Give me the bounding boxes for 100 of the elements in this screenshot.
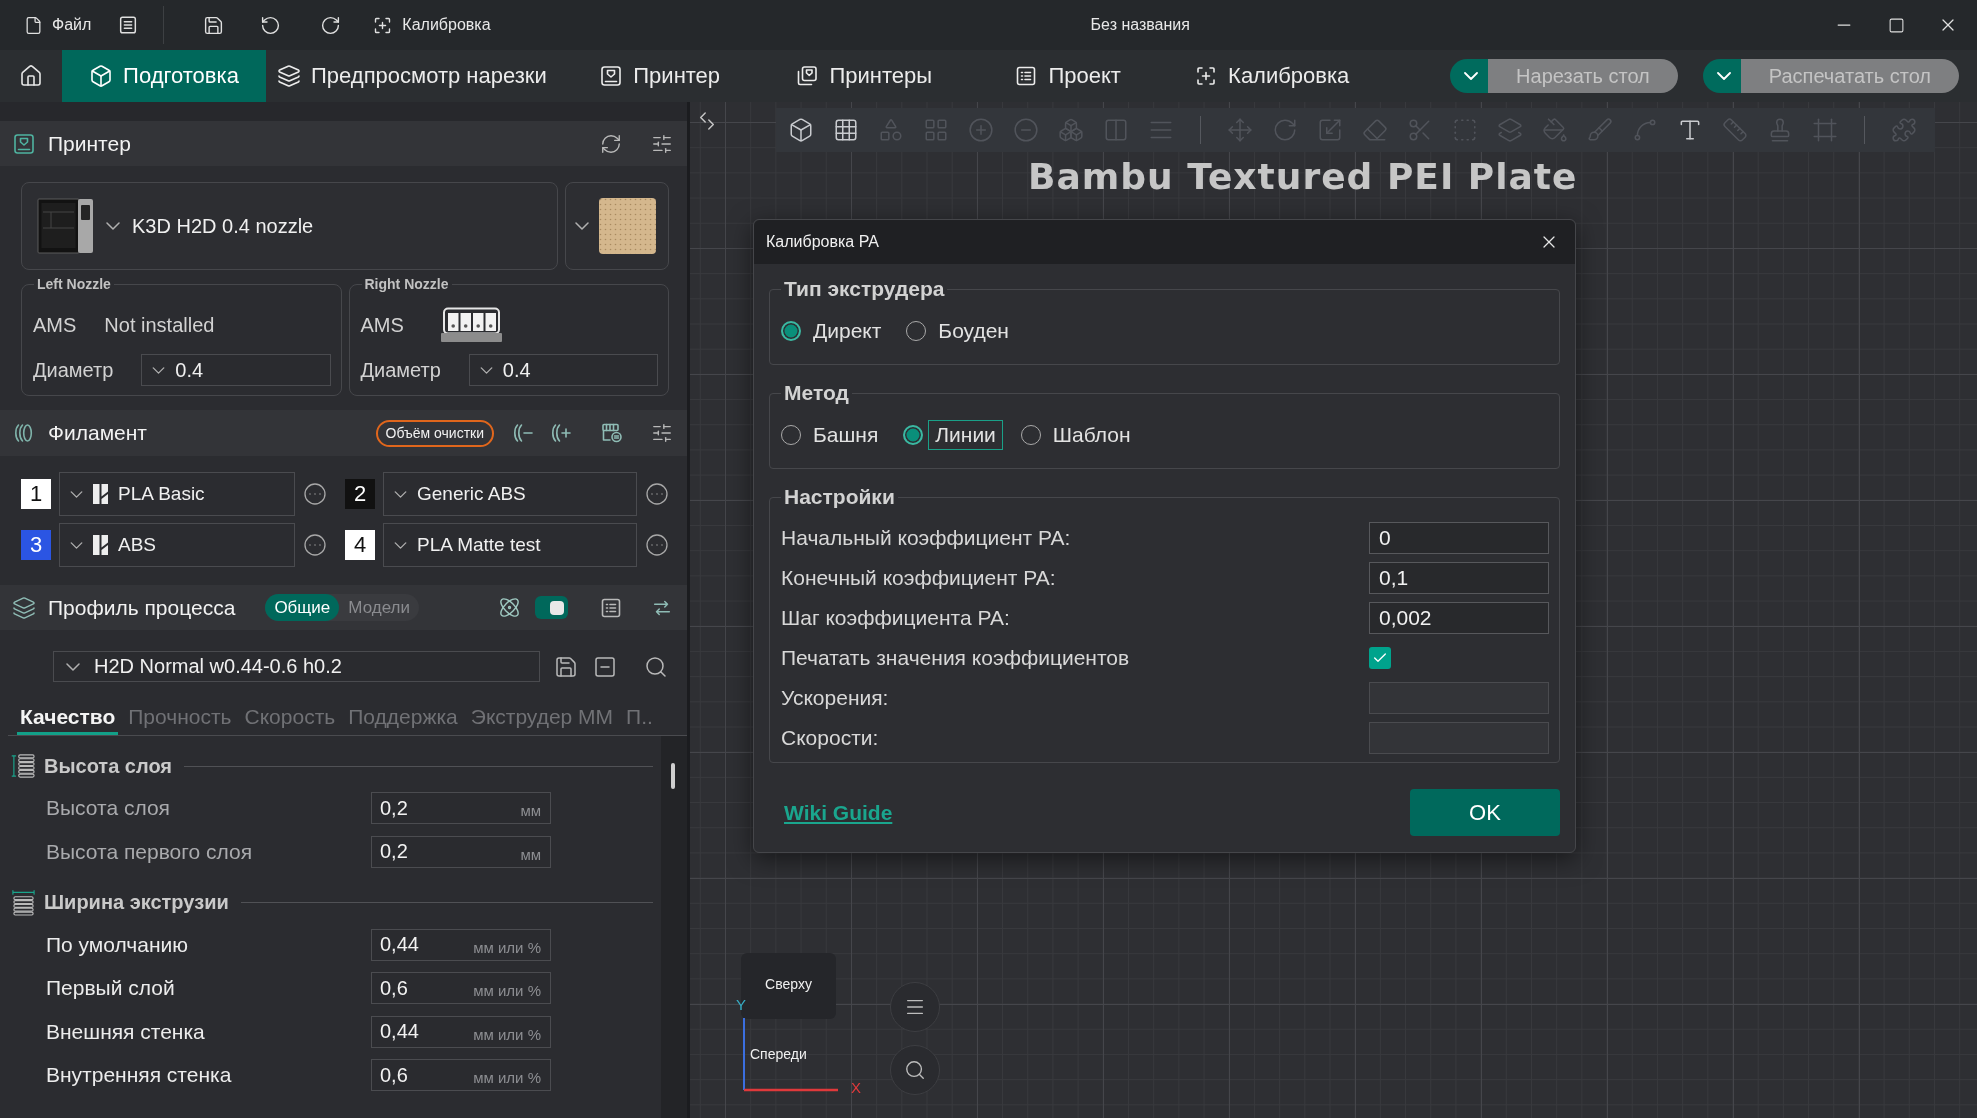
filament-select[interactable]: ABS	[59, 523, 295, 567]
undo-icon[interactable]	[260, 14, 282, 36]
dropdown-button[interactable]	[1450, 59, 1489, 93]
radio-button[interactable]: Боуден	[906, 316, 1016, 346]
input-field[interactable]: 0,2 мм	[371, 792, 551, 824]
field-label: Конечный коэффициент PA:	[781, 566, 1057, 590]
sliders-icon[interactable]	[651, 132, 673, 155]
printer-icon	[599, 64, 624, 88]
tab[interactable]: Принтер	[557, 50, 762, 102]
group-title: Тип экструдера	[783, 277, 946, 301]
tab[interactable]: Качество	[17, 699, 119, 735]
chevron-down-icon	[575, 222, 589, 230]
section-title: Профиль процесса	[48, 595, 236, 620]
maximize-icon[interactable]	[1887, 16, 1905, 34]
more-icon[interactable]	[645, 482, 669, 506]
plate-select[interactable]	[565, 182, 669, 270]
group-title: Right Nozzle	[363, 276, 450, 292]
tab[interactable]: Проект	[965, 50, 1170, 102]
file-menu-button[interactable]: Файл	[12, 7, 102, 43]
field-label: Скорости:	[781, 726, 880, 750]
section-title: Филамент	[48, 421, 147, 445]
calibration-button[interactable]: Калибровка	[360, 7, 501, 43]
preset-select[interactable]: H2D Normal w0.44-0.6 h0.2	[53, 651, 540, 682]
radio-button[interactable]: Башня	[781, 420, 886, 450]
scrollbar-thumb[interactable]	[671, 763, 675, 789]
save-icon[interactable]	[554, 654, 578, 679]
segment-button[interactable]: Общие	[265, 594, 340, 621]
dropdown-button[interactable]	[1702, 59, 1741, 93]
input-field[interactable]: 0,44 мм или %	[371, 928, 551, 961]
toggle-switch[interactable]	[535, 596, 568, 619]
radio-button[interactable]: Шаблон	[1020, 420, 1138, 450]
chevron-down-icon	[106, 222, 120, 230]
printer-icon	[12, 131, 36, 156]
tab[interactable]: Калибровка	[1169, 50, 1374, 102]
minus-square-icon[interactable]	[593, 654, 617, 679]
field-label: Шаг коэффициента PA:	[781, 606, 1011, 630]
group-title: Left Nozzle	[36, 276, 112, 292]
filament-select[interactable]: Generic ABS	[383, 472, 637, 516]
layer-height-icon	[11, 752, 36, 780]
field-label: Диаметр	[33, 358, 114, 382]
input-field[interactable]: 0,2 мм	[371, 835, 551, 868]
chevrons-icon[interactable]	[698, 110, 716, 132]
cube-icon	[89, 64, 114, 88]
zoom-button[interactable]	[890, 1045, 940, 1095]
search-icon[interactable]	[644, 654, 668, 679]
diameter-select[interactable]: 0.4	[468, 354, 658, 386]
checkbox[interactable]	[1369, 647, 1391, 669]
menu-button[interactable]	[890, 982, 940, 1032]
layers-icon	[277, 64, 301, 88]
filament-select[interactable]: PLA Basic	[59, 472, 295, 516]
home-icon[interactable]	[19, 64, 43, 88]
filament-select[interactable]: PLA Matte test	[383, 523, 637, 567]
more-icon[interactable]	[303, 533, 327, 557]
diameter-select[interactable]: 0.4	[141, 354, 331, 386]
refresh-icon[interactable]	[600, 132, 622, 155]
printer-select[interactable]: K3D H2D 0.4 nozzle	[21, 182, 558, 270]
input-field[interactable]: 0,6 мм или %	[371, 972, 551, 1004]
field-label: Внешняя стенка	[46, 1019, 206, 1044]
rack-icon[interactable]	[600, 421, 624, 445]
rings-minus-icon[interactable]	[511, 421, 535, 445]
chevron-down-icon	[1464, 72, 1479, 80]
rings-plus-icon[interactable]	[549, 421, 573, 445]
radio-button[interactable]: Директ	[781, 316, 889, 346]
input-field[interactable]: 0,44 мм или %	[371, 1015, 551, 1048]
grid-icon[interactable]	[833, 117, 859, 143]
chevron-down-icon	[394, 490, 407, 498]
window-title: Без названия	[1090, 16, 1190, 34]
tab[interactable]: Предпросмотр нарезки	[266, 50, 558, 102]
ok-button[interactable]: OK	[1410, 789, 1560, 836]
input-field[interactable]: 0	[1369, 522, 1549, 554]
group-title: Метод	[783, 381, 850, 405]
group-title: Высота слоя	[44, 754, 173, 778]
line-width-icon	[11, 888, 36, 917]
wiki-link[interactable]: Wiki Guide	[784, 800, 893, 825]
more-icon[interactable]	[645, 533, 669, 557]
chevron-down-icon	[479, 366, 493, 374]
input-field[interactable]: 0,6 мм или %	[371, 1059, 551, 1091]
input-field[interactable]: 0,1	[1369, 562, 1549, 594]
status-text: Not installed	[104, 313, 215, 337]
atom-icon[interactable]	[498, 596, 521, 619]
field-label: Начальный коэффициент PA:	[781, 526, 1072, 550]
color-swatch: 1	[21, 479, 51, 509]
purge-button[interactable]: Объём очистки	[375, 419, 494, 447]
chevron-down-icon	[66, 662, 80, 671]
view-label: Спереди	[750, 1046, 807, 1062]
field-label: Печатать значения коэффициентов	[781, 646, 1131, 670]
chevron-down-icon	[70, 490, 83, 498]
field-label: Первый слой	[46, 976, 176, 1000]
plate-label: Bambu Textured PEI Plate	[1028, 156, 1578, 197]
redo-icon[interactable]	[320, 14, 342, 36]
unit-label: мм или %	[473, 1024, 541, 1043]
sliders-icon[interactable]	[651, 422, 673, 444]
cube-icon[interactable]	[788, 117, 814, 143]
field-label: Ускорения:	[781, 686, 890, 710]
more-icon[interactable]	[303, 482, 327, 506]
field-label: AMS	[33, 313, 77, 337]
input-field[interactable]: 0,002	[1369, 602, 1549, 634]
tab[interactable]: Принтеры	[761, 50, 966, 102]
tab[interactable]: Подготовка	[62, 50, 266, 102]
save-icon[interactable]	[203, 14, 225, 36]
